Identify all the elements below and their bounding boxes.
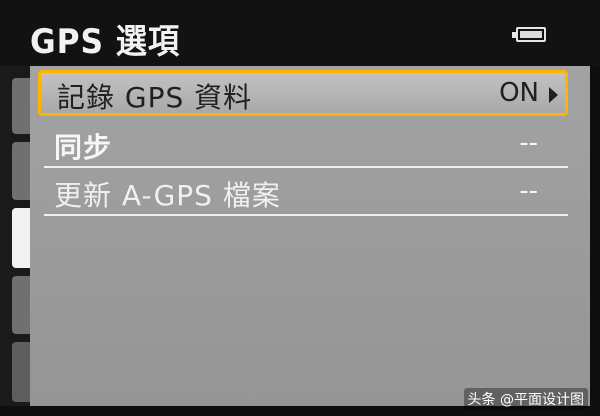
menu-tab-1[interactable] [12,78,30,134]
menu-item-label: 更新 A-GPS 檔案 [54,179,281,212]
menu-item-label: 同步 [54,131,113,164]
menu-item-update-agps[interactable]: 更新 A-GPS 檔案 -- [38,168,568,216]
menu-tab-active[interactable] [12,208,30,268]
menu-item-value: -- [519,128,538,158]
menu-header: GPS 選項 [0,0,600,66]
menu-tab-sidebar [0,66,30,406]
camera-screen: GPS 選項 記錄 GPS 資料 ON 同步 -- 更新 A-GPS 檔案 --… [0,0,600,416]
menu-item-value: ON [499,78,539,108]
watermark: 头条 @平面设计图 [463,388,588,410]
chevron-right-icon [549,87,558,103]
menu-tab-4[interactable] [12,276,30,334]
row-divider [44,214,568,216]
menu-item-record-gps[interactable]: 記錄 GPS 資料 ON [38,70,568,116]
menu-tab-5[interactable] [12,342,30,402]
menu-item-value: -- [519,176,538,206]
battery-icon [512,27,546,42]
menu-item-label: 記錄 GPS 資料 [57,81,253,114]
page-title: GPS 選項 [30,22,181,62]
menu-item-sync[interactable]: 同步 -- [38,120,568,168]
menu-panel: 記錄 GPS 資料 ON 同步 -- 更新 A-GPS 檔案 -- [30,66,590,406]
menu-tab-2[interactable] [12,142,30,200]
